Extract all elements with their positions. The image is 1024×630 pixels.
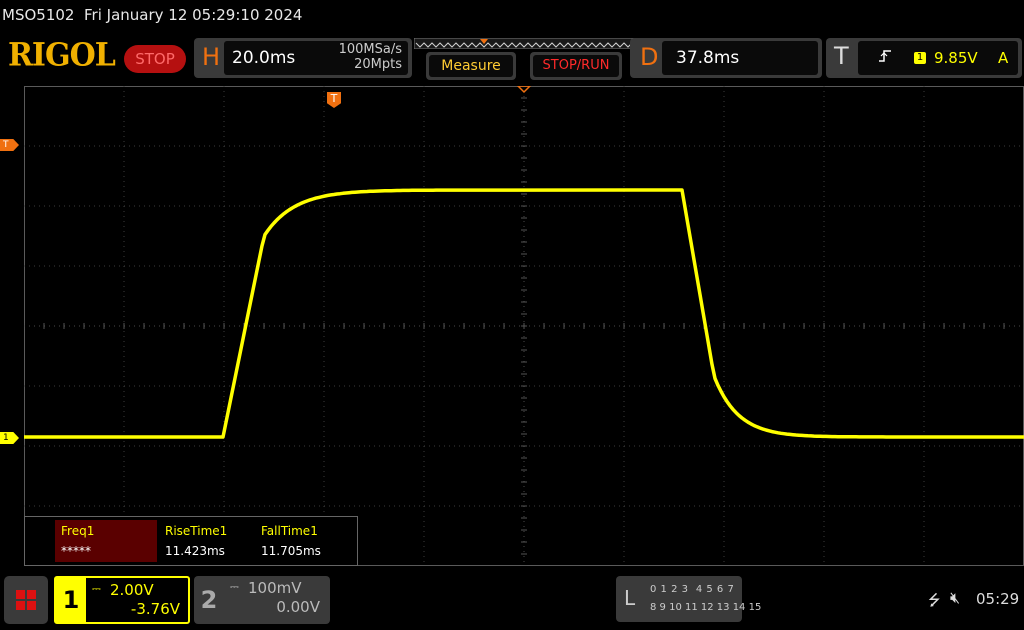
channel1-settings[interactable]: 1 ⎓ 2.00V -3.76V: [54, 576, 190, 624]
date-time: Fri January 12 05:29:10 2024: [84, 6, 303, 24]
logic-analyzer-letter: L: [624, 586, 636, 610]
measurement-name: FallTime1: [261, 524, 318, 538]
acquisition-info: 100MSa/s 20Mpts: [339, 42, 402, 72]
channel1-offset-marker[interactable]: 1: [0, 432, 19, 444]
delay-value: 37.8ms: [676, 48, 740, 68]
rising-edge-icon: [878, 49, 892, 67]
measurement-value: *****: [61, 544, 91, 558]
trigger-source-badge: 1: [914, 52, 926, 64]
measurement-name: RiseTime1: [165, 524, 228, 538]
delay-panel[interactable]: D 37.8ms: [630, 38, 822, 78]
horizontal-letter: H: [202, 43, 221, 71]
channel2-offset: 0.00V: [276, 598, 320, 616]
dc-coupling-icon: ⎓: [92, 582, 101, 595]
measurement-freq[interactable]: Freq1 *****: [55, 520, 157, 562]
sound-muted-icon[interactable]: 🔇︎: [950, 588, 960, 608]
trigger-level-value: 9.85V: [934, 49, 978, 67]
horizontal-display: 20.0ms 100MSa/s 20Mpts: [224, 41, 408, 75]
measurement-name: Freq1: [61, 524, 95, 538]
timebase-value: 20.0ms: [232, 48, 296, 68]
trigger-level-marker[interactable]: T: [0, 139, 19, 151]
trigger-position-strip: [414, 38, 634, 49]
trigger-mode-value: A: [998, 49, 1009, 67]
trigger-panel[interactable]: T 1 9.85V A: [826, 38, 1022, 78]
window-title: MSO5102 Fri January 12 05:29:10 2024: [2, 6, 302, 24]
status-clock: 05:29: [976, 590, 1020, 608]
waveform-display[interactable]: [24, 86, 1024, 566]
channel1-number: 1: [56, 578, 86, 622]
model-name: MSO5102: [2, 6, 75, 24]
delay-display: 37.8ms: [662, 41, 818, 75]
channel2-settings[interactable]: 2 ⎓ 100mV 0.00V: [194, 576, 330, 624]
sample-rate: 100MSa/s: [338, 42, 402, 57]
usb-icon[interactable]: ⭍: [928, 590, 941, 615]
delay-letter: D: [640, 43, 659, 71]
dc-coupling-icon: ⎓: [230, 580, 239, 593]
trigger-display: 1 9.85V A: [858, 41, 1018, 75]
channel1-offset: -3.76V: [130, 600, 180, 618]
measurement-value: 11.705ms: [261, 544, 321, 558]
brand-logo: RIGOL: [8, 37, 116, 74]
measurement-table: Freq1 ***** RiseTime1 11.423ms FallTime1…: [24, 516, 358, 566]
measurement-value: 11.423ms: [165, 544, 225, 558]
trigger-letter: T: [834, 42, 849, 70]
logic-analyzer-panel[interactable]: L 0 1 2 3 4 5 6 7 8 9 10 11 12 13 14 15: [616, 576, 761, 622]
channel2-number: 2: [200, 586, 218, 614]
digital-channels-row1: 0 1 2 3 4 5 6 7: [650, 584, 735, 595]
run-state-badge[interactable]: STOP: [124, 45, 186, 73]
measurement-falltime[interactable]: FallTime1 11.705ms: [255, 520, 351, 562]
main-menu-button[interactable]: [4, 576, 48, 624]
stop-run-button[interactable]: STOP/RUN: [530, 52, 622, 80]
horizontal-panel[interactable]: H 20.0ms 100MSa/s 20Mpts: [194, 38, 412, 78]
channel2-scale: 100mV: [248, 579, 302, 597]
digital-channels-row2: 8 9 10 11 12 13 14 15: [650, 602, 762, 613]
channel1-scale: 2.00V: [110, 581, 154, 599]
measurement-risetime[interactable]: RiseTime1 11.423ms: [159, 520, 253, 562]
menu-grid-icon: [16, 590, 25, 599]
memory-depth: 20Mpts: [354, 57, 402, 72]
measure-button[interactable]: Measure: [426, 52, 516, 80]
